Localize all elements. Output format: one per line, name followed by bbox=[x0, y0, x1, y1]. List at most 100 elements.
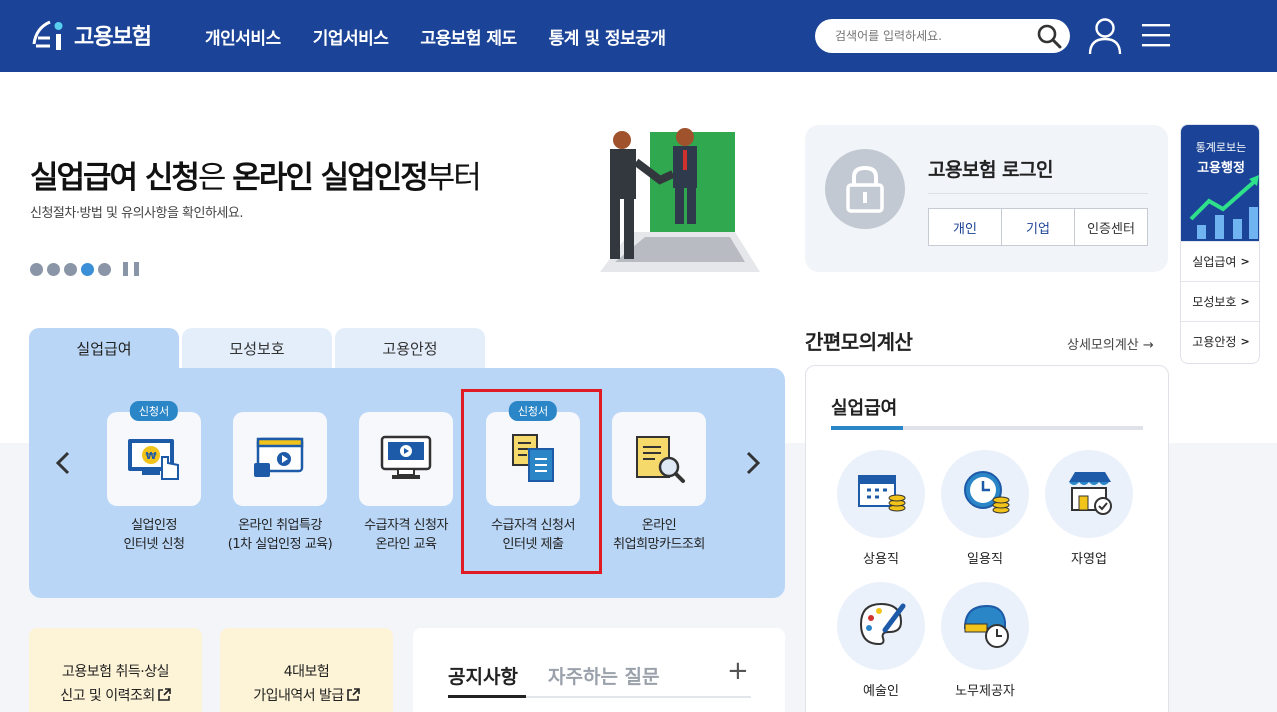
chevron-right-icon[interactable] bbox=[737, 448, 767, 478]
calc-label: 자영업 bbox=[1071, 552, 1107, 567]
calculator-subtitle: 실업급여 bbox=[831, 398, 898, 419]
login-personal-button[interactable]: 개인 bbox=[929, 209, 1002, 245]
chevron-left-icon[interactable] bbox=[49, 448, 79, 478]
monitor-play-icon bbox=[380, 435, 432, 479]
slide-dot[interactable] bbox=[98, 262, 111, 276]
service-label: 온라인 취업특강 (1차 실업인정 교육) bbox=[227, 518, 333, 552]
top-header: 고용보험 개인서비스 기업서비스 고용보험 제도 통계 및 정보공개 bbox=[0, 0, 1277, 72]
slide-dot[interactable] bbox=[30, 262, 43, 276]
quick-item-employment-stability[interactable]: 고용안정 > bbox=[1181, 321, 1259, 361]
notice-board: 공지사항 자주하는 질문 + bbox=[413, 628, 785, 712]
quick-side-menu: 통계로보는 고용행정 실업급여 > 모성보호 > 고용안정 > bbox=[1180, 124, 1260, 364]
nav-personal[interactable]: 개인서비스 bbox=[205, 24, 281, 49]
store-check-icon bbox=[1069, 472, 1112, 515]
calc-regular-worker[interactable]: 상용직 bbox=[836, 450, 926, 567]
helmet-clock-icon bbox=[963, 604, 1009, 648]
service-job-hope-card-button[interactable] bbox=[612, 412, 706, 506]
service-panel: 신청서 ₩ 실업인정 인터넷 신청 온라인 취업특강 (1차 실업인정 교육) … bbox=[29, 368, 785, 598]
card-line: 4대보험 bbox=[283, 664, 330, 680]
nav-statistics[interactable]: 통계 및 정보공개 bbox=[549, 24, 666, 49]
certificate-center-button[interactable]: 인증센터 bbox=[1075, 209, 1147, 245]
calc-labor-provider[interactable]: 노무제공자 bbox=[940, 582, 1030, 699]
external-link-icon bbox=[157, 688, 171, 701]
logo-text: 고용보험 bbox=[74, 25, 152, 50]
palette-brush-icon bbox=[859, 602, 906, 646]
calculator-panel: 실업급여 상용직 일용직 자영업 예술인 노무제공자 bbox=[805, 365, 1169, 712]
document-search-icon bbox=[636, 436, 685, 483]
detailed-calculator-link[interactable]: 상세모의계산 → bbox=[1067, 334, 1154, 353]
pause-icon[interactable] bbox=[123, 262, 139, 276]
arrow-right-icon: → bbox=[1142, 338, 1154, 353]
search-input[interactable] bbox=[835, 26, 1035, 46]
quick-calculator-title: 간편모의계산 bbox=[805, 330, 913, 354]
tab-employment-stability[interactable]: 고용안정 bbox=[335, 328, 485, 368]
growth-chart-icon bbox=[1189, 175, 1259, 239]
lock-badge bbox=[825, 149, 905, 229]
monitor-won-hand-icon: ₩ bbox=[128, 439, 179, 480]
main-nav: 개인서비스 기업서비스 고용보험 제도 통계 및 정보공개 bbox=[205, 24, 698, 49]
chevron-right-icon: > bbox=[1240, 335, 1250, 348]
divider bbox=[928, 193, 1148, 194]
four-insurance-certificate-card[interactable]: 4대보험 가입내역서 발급 bbox=[220, 628, 393, 712]
service-item: 수급자격 신청자 온라인 교육 bbox=[336, 412, 476, 554]
tab-maternity[interactable]: 모성보호 bbox=[182, 328, 332, 368]
service-applicant-education-button[interactable] bbox=[359, 412, 453, 506]
login-title: 고용보험 로그인 bbox=[928, 159, 1053, 181]
application-badge: 신청서 bbox=[129, 401, 179, 421]
svg-text:₩: ₩ bbox=[145, 451, 156, 462]
clock-coins-icon bbox=[964, 471, 1010, 514]
insurance-acquisition-card[interactable]: 고용보험 취득·상실 신고 및 이력조회 bbox=[29, 628, 202, 712]
login-business-button[interactable]: 기업 bbox=[1002, 209, 1075, 245]
service-online-lecture-button[interactable] bbox=[233, 412, 327, 506]
tab-faq[interactable]: 자주하는 질문 bbox=[548, 662, 660, 689]
hero-subtitle: 신청절차·방법 및 유의사항을 확인하세요. bbox=[30, 206, 243, 221]
chevron-right-icon: > bbox=[1240, 255, 1250, 268]
calc-daily-worker[interactable]: 일용직 bbox=[940, 450, 1030, 567]
service-item: 온라인 취업희망카드조회 bbox=[589, 412, 729, 554]
service-label: 온라인 취업희망카드조회 bbox=[613, 518, 705, 552]
quick-item-unemployment[interactable]: 실업급여 > bbox=[1181, 241, 1259, 281]
card-line: 고용보험 취득·상실 bbox=[62, 664, 169, 680]
highlight-box bbox=[461, 389, 602, 574]
calc-label: 예술인 bbox=[863, 684, 899, 699]
nav-insurance-system[interactable]: 고용보험 제도 bbox=[420, 24, 517, 49]
service-online-certification-button[interactable]: 신청서 ₩ bbox=[107, 401, 201, 506]
calc-label: 일용직 bbox=[967, 552, 1003, 567]
nav-business[interactable]: 기업서비스 bbox=[313, 24, 389, 49]
quick-item-maternity[interactable]: 모성보호 > bbox=[1181, 281, 1259, 321]
card-line: 가입내역서 발급 bbox=[220, 684, 393, 708]
service-label: 수급자격 신청자 온라인 교육 bbox=[364, 518, 448, 552]
user-icon[interactable] bbox=[1088, 17, 1122, 55]
login-button-group: 개인 기업 인증센터 bbox=[928, 208, 1148, 246]
active-tab-indicator bbox=[448, 695, 526, 698]
statistics-banner[interactable]: 통계로보는 고용행정 bbox=[1181, 125, 1259, 241]
calc-label: 상용직 bbox=[863, 552, 899, 567]
card-line: 신고 및 이력조회 bbox=[29, 684, 202, 708]
hamburger-menu-icon[interactable] bbox=[1142, 23, 1170, 47]
slide-dot[interactable] bbox=[64, 262, 77, 276]
service-item: 신청서 ₩ 실업인정 인터넷 신청 bbox=[84, 401, 224, 554]
slide-dot[interactable] bbox=[47, 262, 60, 276]
tab-unemployment[interactable]: 실업급여 bbox=[29, 328, 179, 368]
external-link-icon bbox=[347, 688, 360, 701]
calc-label: 노무제공자 bbox=[955, 684, 1015, 699]
chevron-right-icon: > bbox=[1240, 295, 1250, 308]
tab-notice[interactable]: 공지사항 bbox=[448, 662, 518, 689]
calc-artist[interactable]: 예술인 bbox=[836, 582, 926, 699]
video-lecture-icon bbox=[254, 437, 304, 477]
search-box bbox=[815, 19, 1070, 53]
statistics-banner-small: 통계로보는 bbox=[1195, 141, 1247, 154]
site-logo[interactable]: 고용보험 bbox=[28, 12, 152, 58]
hero-title: 실업급여 신청은 온라인 실업인정부터 bbox=[30, 160, 482, 196]
more-plus-icon[interactable]: + bbox=[727, 658, 749, 684]
search-icon[interactable] bbox=[1036, 23, 1062, 49]
logo-icon bbox=[32, 20, 63, 50]
calc-self-employed[interactable]: 자영업 bbox=[1044, 450, 1134, 567]
service-item: 온라인 취업특강 (1차 실업인정 교육) bbox=[210, 412, 350, 554]
calendar-coins-icon bbox=[858, 475, 906, 512]
slide-indicator bbox=[30, 262, 139, 276]
handshake-laptop-illustration bbox=[600, 128, 760, 272]
service-tabs: 실업급여 모성보호 고용안정 bbox=[29, 328, 488, 368]
active-indicator bbox=[831, 426, 903, 430]
slide-dot-active[interactable] bbox=[81, 262, 94, 276]
